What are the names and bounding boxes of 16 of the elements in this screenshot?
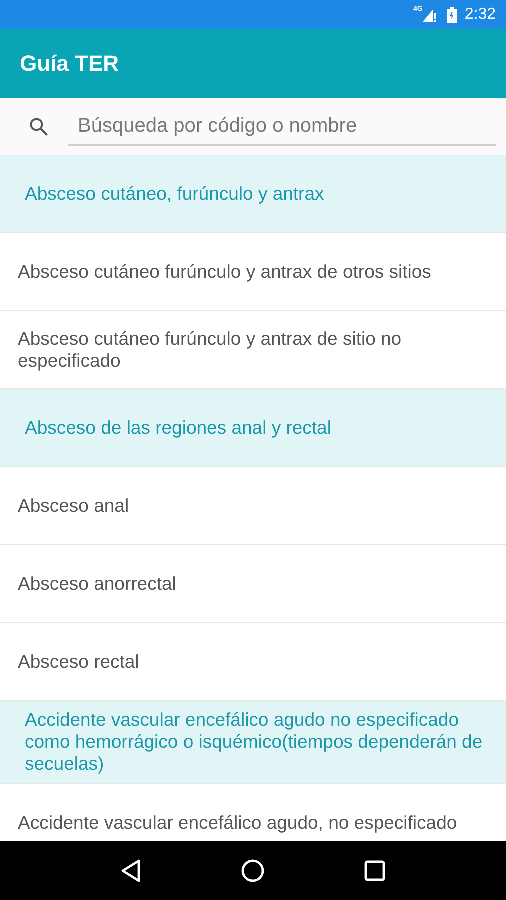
list-item[interactable]: Absceso cutáneo furúnculo y antrax de otros sitios <box>0 233 506 311</box>
signal-icon <box>422 8 437 22</box>
battery-icon <box>446 6 457 22</box>
home-icon[interactable] <box>240 858 265 882</box>
section-header: Absceso cutáneo, furúnculo y antrax <box>0 155 506 233</box>
list-item[interactable]: Absceso anorrectal <box>0 545 506 623</box>
search-field[interactable]: Búsqueda por código o nombre <box>68 107 496 146</box>
back-icon[interactable] <box>120 858 142 882</box>
section-header: Accidente vascular encefálico agudo no especificado como hemorrágico o isquémico(tiempos dependerán de secuelas) <box>0 701 506 784</box>
app-title: Guía TER <box>20 50 120 76</box>
section-header: Absceso de las regiones anal y rectal <box>0 389 506 467</box>
clock: 2:32 <box>464 6 496 24</box>
search-bar[interactable]: Búsqueda por código o nombre <box>0 98 506 155</box>
list-item[interactable]: Absceso anal <box>0 467 506 545</box>
search-icon[interactable] <box>28 116 50 138</box>
recents-icon[interactable] <box>364 860 386 882</box>
